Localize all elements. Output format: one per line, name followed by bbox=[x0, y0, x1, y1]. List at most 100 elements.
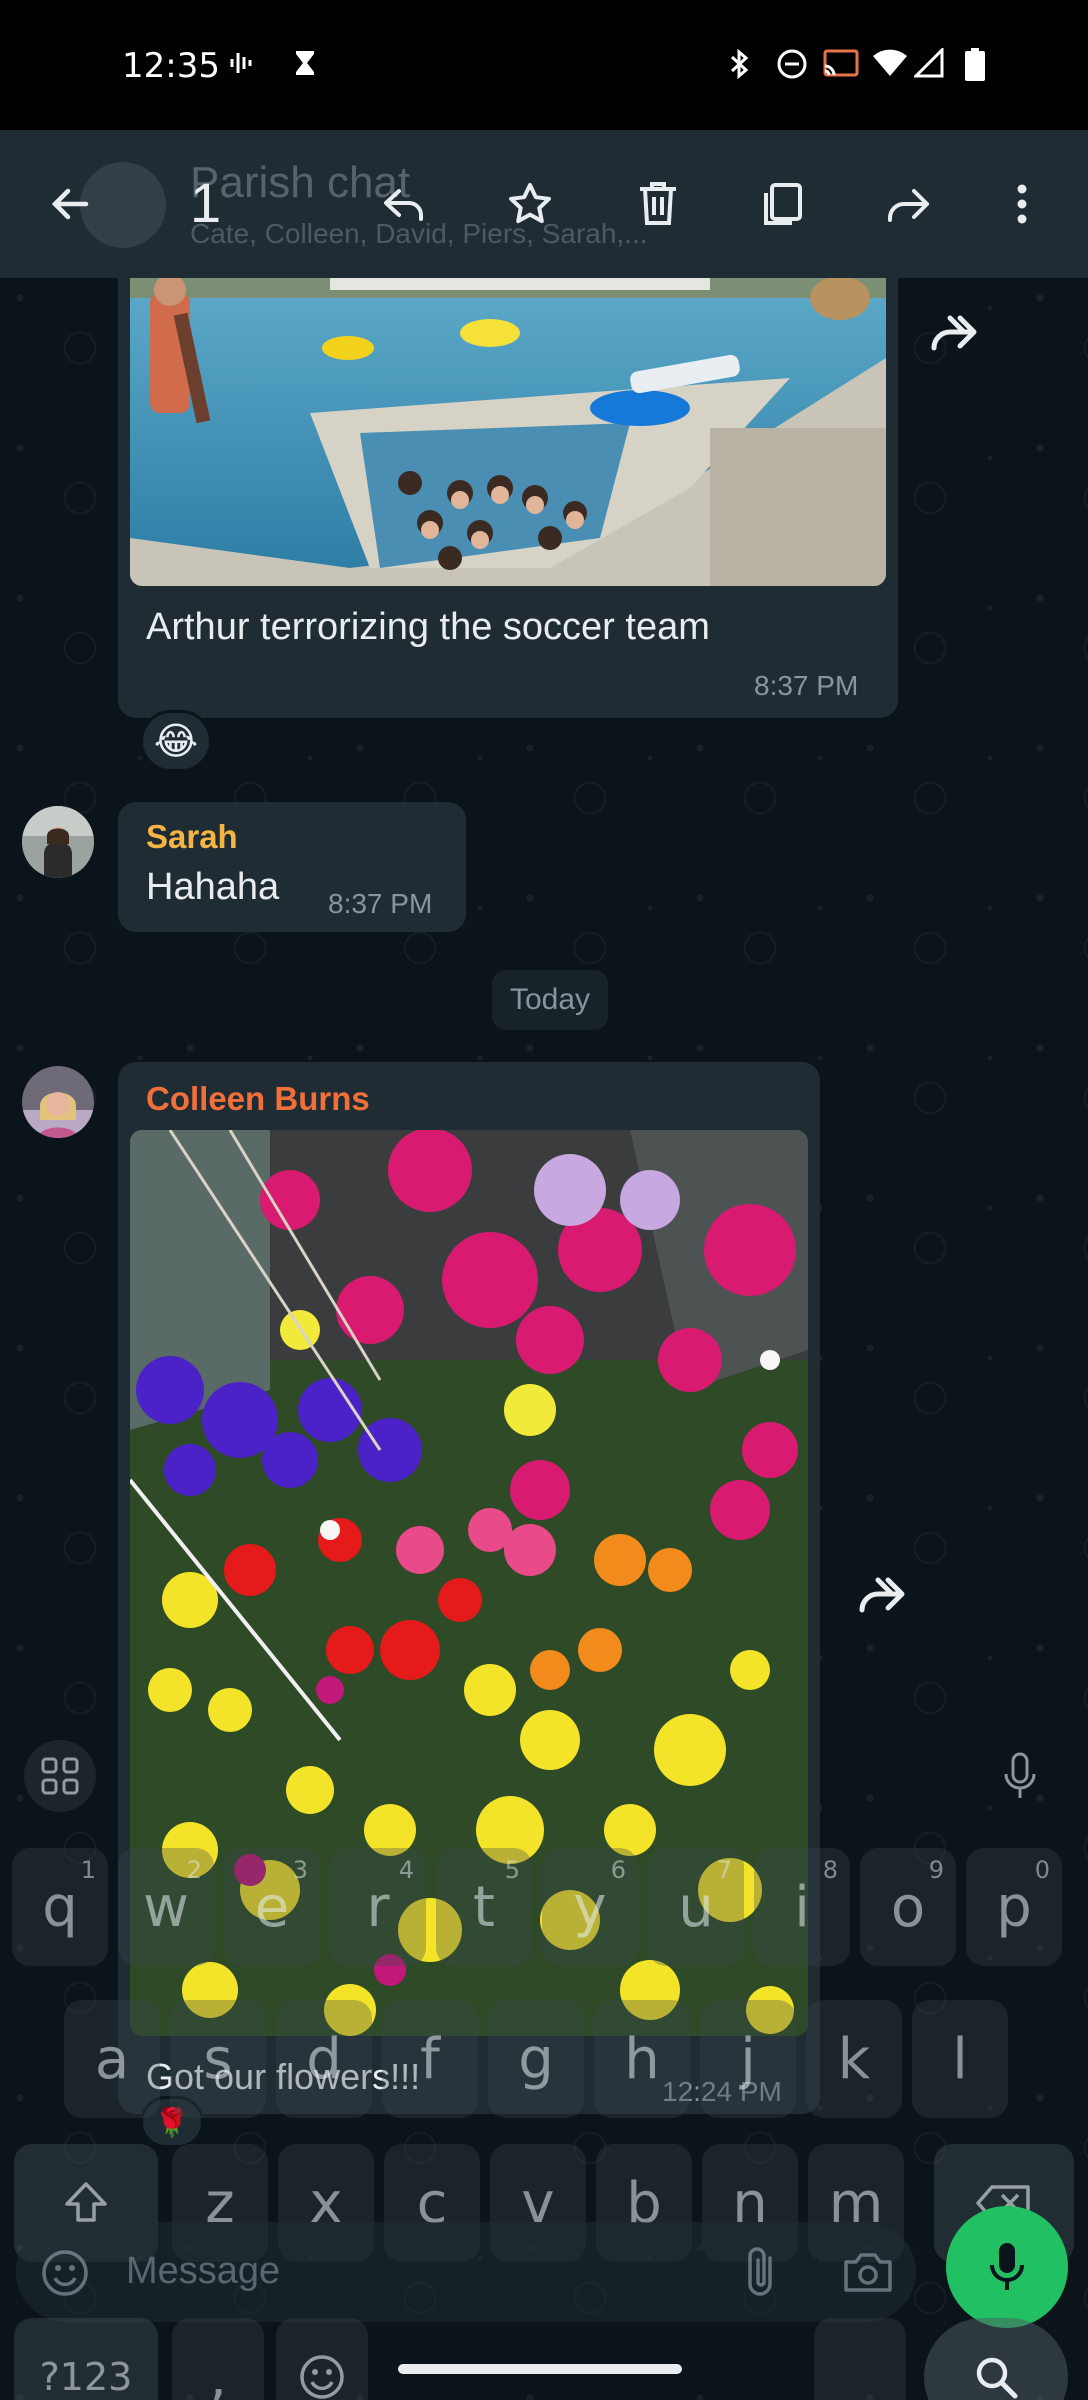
message-bubble-sarah[interactable]: Sarah Hahaha 8:37 PM bbox=[118, 802, 466, 932]
key-g[interactable]: g bbox=[488, 2000, 584, 2118]
key-label: a bbox=[94, 2026, 130, 2092]
star-icon bbox=[509, 183, 551, 224]
key-label: g bbox=[518, 2026, 554, 2092]
forward-shortcut-button[interactable] bbox=[852, 1570, 922, 1620]
key-u[interactable]: u7 bbox=[648, 1848, 744, 1966]
key-i[interactable]: i8 bbox=[754, 1848, 850, 1966]
more-icon bbox=[1017, 184, 1027, 224]
key-r[interactable]: r4 bbox=[330, 1848, 426, 1966]
emoji-key[interactable] bbox=[276, 2318, 368, 2400]
emoji-icon bbox=[300, 2355, 344, 2399]
key-d[interactable]: d bbox=[276, 2000, 372, 2118]
key-label: e bbox=[254, 1874, 290, 1940]
hourglass-icon bbox=[290, 48, 320, 86]
voice-typing-button[interactable] bbox=[984, 1740, 1056, 1812]
reaction-badge[interactable]: 😂 bbox=[140, 710, 212, 772]
key-hint-number: 6 bbox=[610, 1856, 626, 1884]
cell-signal-icon bbox=[912, 46, 944, 86]
camera-button[interactable] bbox=[842, 2250, 894, 2299]
key-hint-number: 5 bbox=[504, 1856, 520, 1884]
back-button[interactable] bbox=[30, 164, 110, 244]
navigation-handle[interactable] bbox=[398, 2364, 682, 2374]
key-label: i bbox=[794, 1874, 810, 1940]
key-label: w bbox=[143, 1874, 189, 1940]
star-button[interactable] bbox=[490, 164, 570, 244]
avatar-sarah[interactable] bbox=[22, 806, 94, 878]
key-a[interactable]: a bbox=[64, 2000, 160, 2118]
key-k[interactable]: k bbox=[806, 2000, 902, 2118]
key-p[interactable]: p0 bbox=[966, 1848, 1062, 1966]
battery-icon bbox=[964, 48, 986, 90]
message-time: 8:37 PM bbox=[328, 888, 433, 919]
delete-button[interactable] bbox=[618, 164, 698, 244]
reply-icon bbox=[384, 189, 423, 221]
key-hint-number: 0 bbox=[1034, 1856, 1050, 1884]
key-j[interactable]: j bbox=[700, 2000, 796, 2118]
key-hint-number: 9 bbox=[928, 1856, 944, 1884]
cast-icon bbox=[822, 48, 860, 88]
selection-toolbar: Parish chat Cate, Colleen, David, Piers,… bbox=[0, 130, 1088, 278]
key-h[interactable]: h bbox=[594, 2000, 690, 2118]
key-e[interactable]: e3 bbox=[224, 1848, 320, 1966]
key-label: d bbox=[306, 2026, 342, 2092]
key-label: l bbox=[952, 2026, 968, 2092]
key-label: j bbox=[740, 2026, 756, 2092]
paperclip-icon bbox=[748, 2247, 772, 2296]
voice-message-button[interactable] bbox=[946, 2206, 1068, 2328]
message-composer[interactable]: Message bbox=[16, 2222, 916, 2322]
copy-button[interactable] bbox=[742, 164, 822, 244]
message-time: 8:37 PM bbox=[754, 670, 859, 701]
key-hint-number: 1 bbox=[80, 1856, 96, 1884]
key-hint-number: 2 bbox=[186, 1856, 202, 1884]
key-f[interactable]: f bbox=[382, 2000, 478, 2118]
do-not-disturb-icon bbox=[776, 48, 808, 88]
pool-photo[interactable] bbox=[130, 278, 886, 586]
forward-button[interactable] bbox=[868, 164, 948, 244]
bluetooth-icon bbox=[726, 48, 754, 88]
avatar-colleen[interactable] bbox=[22, 1066, 94, 1138]
key-label: r bbox=[366, 1874, 390, 1940]
key-s[interactable]: s bbox=[170, 2000, 266, 2118]
key-hint-number: 4 bbox=[398, 1856, 414, 1884]
key-label: t bbox=[473, 1874, 495, 1940]
forward-shortcut-button[interactable] bbox=[924, 308, 994, 358]
emoji-button[interactable] bbox=[40, 2248, 90, 2303]
period-key[interactable] bbox=[814, 2318, 906, 2400]
grid-icon bbox=[41, 1757, 79, 1795]
delete-icon bbox=[640, 182, 676, 225]
laughing-emoji: 😂 bbox=[153, 720, 199, 763]
message-caption: Arthur terrorizing the soccer team bbox=[146, 606, 710, 648]
forward-icon bbox=[931, 315, 977, 351]
key-label: y bbox=[573, 1874, 607, 1940]
status-bar: 12:35 bbox=[0, 0, 1088, 130]
message-text: Hahaha bbox=[146, 866, 280, 908]
more-options-button[interactable] bbox=[982, 164, 1062, 244]
forward-icon bbox=[859, 1577, 905, 1613]
message-bubble-pool-photo[interactable]: Arthur terrorizing the soccer team 8:37 … bbox=[118, 278, 898, 718]
key-label: q bbox=[42, 1874, 78, 1940]
emoji-icon bbox=[42, 2250, 88, 2296]
attach-button[interactable] bbox=[742, 2244, 782, 2305]
forward-icon bbox=[888, 189, 929, 222]
status-time: 12:35 bbox=[122, 46, 220, 86]
message-input[interactable]: Message bbox=[126, 2250, 280, 2293]
selected-count: 1 bbox=[190, 171, 222, 234]
key-hint-number: 7 bbox=[716, 1856, 732, 1884]
keyboard-apps-button[interactable] bbox=[24, 1740, 96, 1812]
key-y[interactable]: y6 bbox=[542, 1848, 638, 1966]
key-label: o bbox=[890, 1874, 926, 1940]
key-hint-number: 8 bbox=[822, 1856, 838, 1884]
key-label: h bbox=[624, 2026, 660, 2092]
microphone-icon bbox=[990, 2243, 1024, 2290]
key-q[interactable]: q1 bbox=[12, 1848, 108, 1966]
key-o[interactable]: o9 bbox=[860, 1848, 956, 1966]
key-hint-number: 3 bbox=[292, 1856, 308, 1884]
key-w[interactable]: w2 bbox=[118, 1848, 214, 1966]
key-t[interactable]: t5 bbox=[436, 1848, 532, 1966]
comma-key[interactable]: , bbox=[172, 2318, 264, 2400]
back-icon bbox=[51, 188, 89, 220]
sender-name: Sarah bbox=[146, 818, 238, 855]
reply-button[interactable] bbox=[364, 164, 444, 244]
key-l[interactable]: l bbox=[912, 2000, 1008, 2118]
symbols-key[interactable]: ?123 bbox=[14, 2318, 158, 2400]
